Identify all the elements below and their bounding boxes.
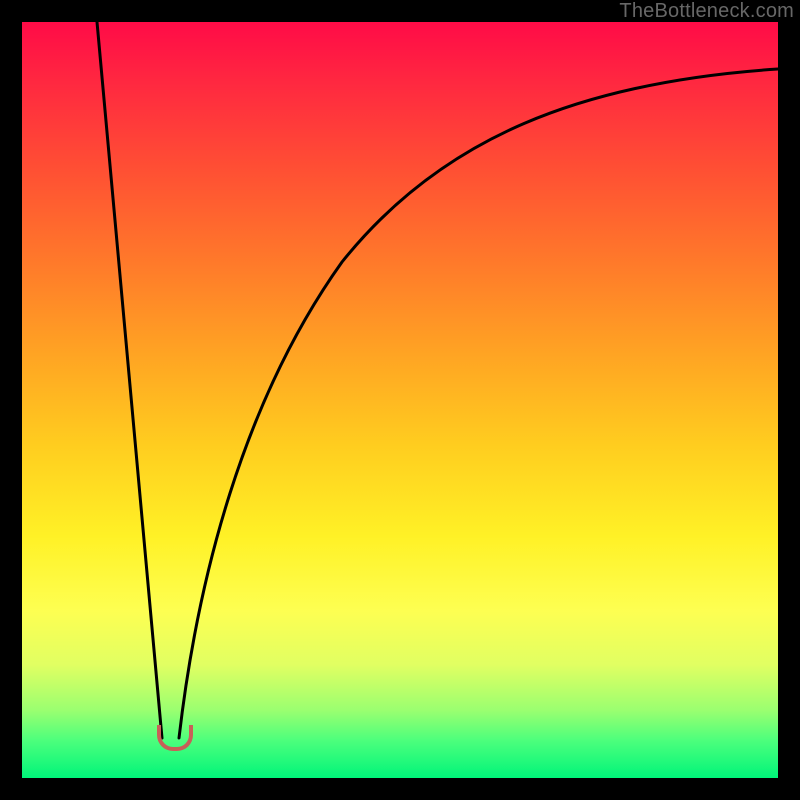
watermark-text: TheBottleneck.com [619,0,794,23]
plot-frame [22,22,778,778]
curve-right-branch [179,69,778,738]
curve-left-branch [97,22,162,738]
bottleneck-curve [22,22,778,778]
